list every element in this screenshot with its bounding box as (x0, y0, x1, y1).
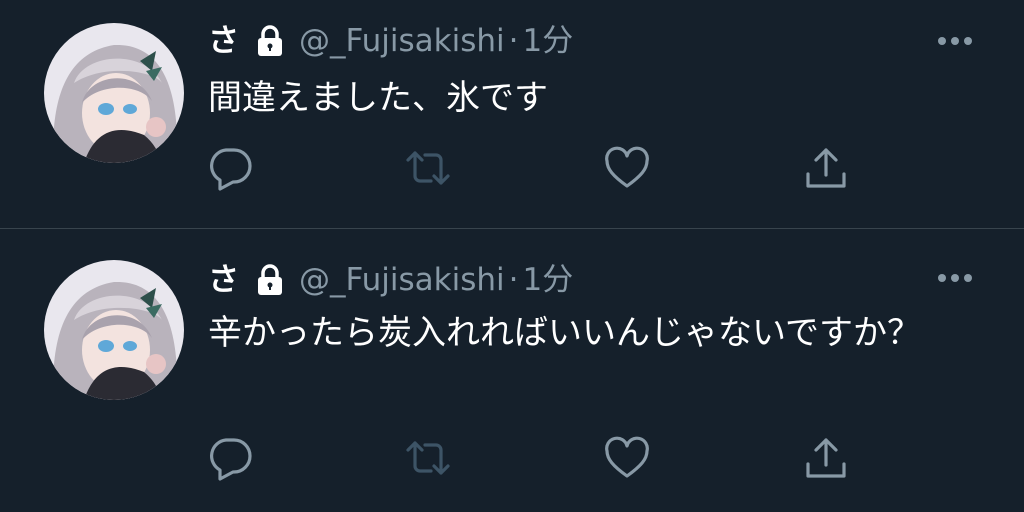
reply-button[interactable] (206, 434, 254, 482)
avatar[interactable] (44, 23, 184, 163)
reply-icon (206, 434, 254, 482)
heart-icon (603, 434, 651, 482)
lock-icon (255, 263, 285, 297)
tweet-actions (0, 144, 1024, 192)
share-button[interactable] (802, 434, 850, 482)
timestamp[interactable]: 1分 (523, 260, 574, 300)
user-handle[interactable]: @_Fujisakishi (299, 260, 505, 300)
tweet-header: さ @_Fujisakishi · 1分 (208, 260, 573, 300)
retweet-icon (404, 144, 452, 192)
retweet-button[interactable] (404, 144, 452, 192)
like-button[interactable] (603, 144, 651, 192)
lock-icon (255, 24, 285, 58)
more-icon[interactable] (930, 26, 980, 56)
reply-button[interactable] (206, 144, 254, 192)
separator-dot: · (508, 23, 519, 59)
display-name[interactable]: さ (208, 21, 239, 61)
tweet-header: さ @_Fujisakishi · 1分 (208, 21, 573, 61)
separator-dot: · (508, 262, 519, 298)
retweet-icon (404, 434, 452, 482)
user-handle[interactable]: @_Fujisakishi (299, 21, 505, 61)
timeline: さ @_Fujisakishi · 1分 間違えました、氷です さ @_Fuji… (0, 0, 1024, 512)
timestamp[interactable]: 1分 (523, 21, 574, 61)
avatar[interactable] (44, 260, 184, 400)
share-icon (802, 434, 850, 482)
tweet-2[interactable]: さ @_Fujisakishi · 1分 辛かったら炭入れればいいんじゃないです… (0, 229, 1024, 512)
tweet-actions (0, 434, 1024, 482)
tweet-text: 間違えました、氷です (208, 78, 548, 118)
heart-icon (603, 144, 651, 192)
display-name[interactable]: さ (208, 260, 239, 300)
like-button[interactable] (603, 434, 651, 482)
tweet-1[interactable]: さ @_Fujisakishi · 1分 間違えました、氷です (0, 0, 1024, 229)
retweet-button[interactable] (404, 434, 452, 482)
more-icon[interactable] (930, 263, 980, 293)
reply-icon (206, 144, 254, 192)
share-button[interactable] (802, 144, 850, 192)
tweet-text: 辛かったら炭入れればいいんじゃないですか？ (208, 313, 921, 353)
share-icon (802, 144, 850, 192)
